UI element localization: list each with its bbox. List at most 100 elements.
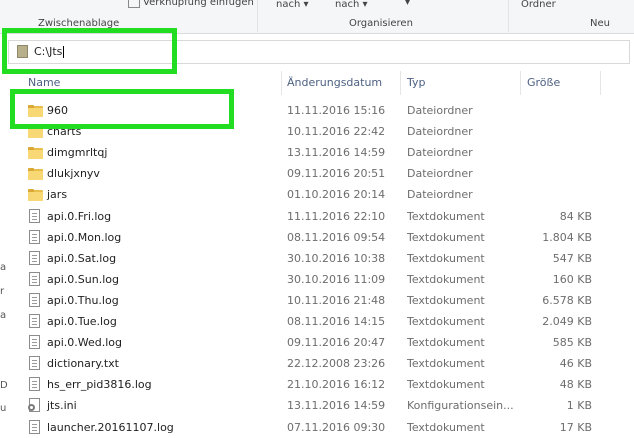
- file-name: charts: [47, 125, 82, 139]
- file-date: 10.11.2016 21:48: [287, 293, 386, 307]
- file-row[interactable]: api.0.Wed.log 09.11.2016 20:47 Textdokumen…: [14, 332, 634, 353]
- folder-icon: [17, 45, 28, 58]
- file-type: Textdokument: [407, 230, 485, 244]
- address-path[interactable]: C:\Jts: [34, 45, 65, 58]
- file-date: 21.10.2016 16:12: [287, 378, 386, 392]
- file-size: 46 KB: [559, 357, 592, 371]
- file-name: jars: [47, 188, 68, 202]
- nav-pane-fragment[interactable]: r: [0, 286, 4, 297]
- column-header-size[interactable]: Größe: [527, 76, 560, 89]
- nav-pane-fragment[interactable]: D: [0, 380, 8, 391]
- file-date: 09.11.2016 20:51: [287, 167, 386, 181]
- text-document-icon: [29, 229, 40, 244]
- text-document-icon: [29, 250, 40, 265]
- chevron-down-icon: ▾: [362, 0, 368, 10]
- text-document-icon: [29, 377, 40, 392]
- file-row[interactable]: dimgmrltqj 13.11.2016 14:59 Dateiordner: [14, 142, 634, 163]
- paste-shortcut-label: Verknüpfung einfügen: [143, 0, 254, 8]
- file-type: Textdokument: [407, 293, 485, 307]
- file-type: Textdokument: [407, 420, 485, 434]
- file-type: Textdokument: [407, 272, 485, 286]
- file-name: dlukjxnyv: [47, 167, 100, 181]
- file-size: 547 KB: [552, 251, 592, 265]
- file-row[interactable]: api.0.Tue.log 08.11.2016 14:15 Textdokumen…: [14, 311, 634, 332]
- file-size: 2.049 KB: [542, 315, 592, 328]
- file-size: 48 KB: [559, 378, 592, 392]
- ribbon: Verknüpfung einfügen Zwischenablage nach…: [0, 0, 634, 34]
- file-row[interactable]: dlukjxnyv 09.11.2016 20:51 Dateiordner: [14, 163, 634, 184]
- file-size: 160 KB: [552, 272, 592, 286]
- file-name: dictionary.txt: [47, 357, 119, 371]
- file-date: 30.10.2016 10:38: [287, 251, 386, 265]
- text-document-icon: [29, 419, 40, 434]
- file-name: api.0.Tue.log: [47, 315, 117, 328]
- address-bar[interactable]: C:\Jts: [8, 40, 630, 64]
- organize-group-label: Organisieren: [349, 18, 413, 29]
- nav-pane-fragment[interactable]: a: [0, 262, 6, 273]
- file-type: Textdokument: [407, 378, 485, 392]
- settings-file-icon: [28, 398, 41, 413]
- file-name: launcher.20161107.log: [47, 420, 174, 434]
- file-size: 585 KB: [552, 336, 592, 350]
- delete-dropdown-button[interactable]: ▾: [405, 0, 410, 8]
- column-header-name[interactable]: Name: [28, 76, 60, 89]
- file-row[interactable]: charts 10.11.2016 22:42 Dateiordner: [14, 121, 634, 142]
- paste-shortcut-button[interactable]: Verknüpfung einfügen: [128, 0, 254, 8]
- file-name: api.0.Thu.log: [47, 293, 119, 307]
- chevron-down-icon: ▾: [303, 0, 309, 10]
- file-date: 08.11.2016 14:15: [287, 315, 386, 328]
- file-type: Dateiordner: [407, 167, 473, 181]
- file-date: 07.11.2016 09:30: [287, 420, 386, 434]
- text-document-icon: [29, 335, 40, 350]
- file-size: 1 KB: [566, 399, 592, 413]
- file-row[interactable]: api.0.Sun.log 30.10.2016 11:09 Textdokumen…: [14, 269, 634, 290]
- file-type: Dateiordner: [407, 104, 473, 117]
- file-date: 09.11.2016 20:47: [287, 336, 386, 350]
- move-to-button[interactable]: nach ▾: [276, 0, 309, 10]
- file-date: 01.10.2016 20:14: [287, 188, 386, 202]
- column-header-date[interactable]: Änderungsdatum: [287, 76, 382, 89]
- file-row[interactable]: api.0.Fri.log 11.11.2016 22:10 Textdokumen…: [14, 206, 634, 227]
- file-name: dimgmrltqj: [47, 146, 108, 160]
- file-size: 84 KB: [559, 209, 592, 223]
- file-date: 11.11.2016 22:10: [287, 209, 386, 223]
- file-row[interactable]: 960 11.11.2016 15:16 Dateiordner: [14, 100, 634, 121]
- file-date: 08.11.2016 09:54: [287, 230, 386, 244]
- file-row[interactable]: jars 01.10.2016 20:14 Dateiordner: [14, 184, 634, 205]
- file-row[interactable]: jts.ini 13.11.2016 14:59 Konfigurationsein…: [14, 395, 634, 416]
- file-name: jts.ini: [47, 399, 77, 413]
- file-type: Textdokument: [407, 336, 485, 350]
- nav-pane-fragment[interactable]: a: [0, 310, 6, 321]
- column-header-type[interactable]: Typ: [407, 76, 426, 89]
- file-name: hs_err_pid3816.log: [47, 378, 152, 392]
- file-row[interactable]: api.0.Sat.log 30.10.2016 10:38 Textdokumen…: [14, 248, 634, 269]
- file-name: api.0.Wed.log: [47, 336, 123, 350]
- file-date: 13.11.2016 14:59: [287, 399, 386, 413]
- file-name: api.0.Fri.log: [47, 209, 112, 223]
- text-cursor: [63, 46, 65, 58]
- file-row[interactable]: launcher.20161107.log 07.11.2016 09:30 Tex…: [14, 417, 634, 438]
- file-name: 960: [47, 104, 68, 117]
- text-document-icon: [29, 208, 40, 223]
- text-document-icon: [29, 356, 40, 371]
- file-row[interactable]: api.0.Thu.log 10.11.2016 21:48 Textdokumen…: [14, 290, 634, 311]
- file-size: 1.804 KB: [542, 230, 592, 244]
- new-folder-button[interactable]: Ordner: [521, 0, 556, 10]
- file-row[interactable]: api.0.Mon.log 08.11.2016 09:54 Textdokumen…: [14, 227, 634, 248]
- paste-shortcut-icon: [128, 0, 140, 8]
- chevron-down-icon: ▾: [405, 0, 411, 8]
- file-type: Textdokument: [407, 315, 485, 328]
- column-headers: Name Änderungsdatum Typ Größe: [0, 71, 634, 95]
- file-row[interactable]: dictionary.txt 22.12.2008 23:26 Textdokume…: [14, 353, 634, 374]
- copy-to-button[interactable]: nach ▾: [335, 0, 368, 10]
- clipboard-group-label: Zwischenablage: [38, 18, 120, 29]
- new-group-label: Neu: [590, 18, 610, 29]
- file-type: Textdokument: [407, 209, 485, 223]
- file-date: 11.11.2016 15:16: [287, 104, 386, 117]
- file-type: Textdokument: [407, 357, 485, 371]
- nav-pane-fragment[interactable]: u: [0, 403, 6, 414]
- folder-icon: [28, 189, 43, 202]
- file-name: api.0.Mon.log: [47, 230, 122, 244]
- folder-icon: [28, 147, 43, 160]
- file-row[interactable]: hs_err_pid3816.log 21.10.2016 16:12 Textdo…: [14, 374, 634, 395]
